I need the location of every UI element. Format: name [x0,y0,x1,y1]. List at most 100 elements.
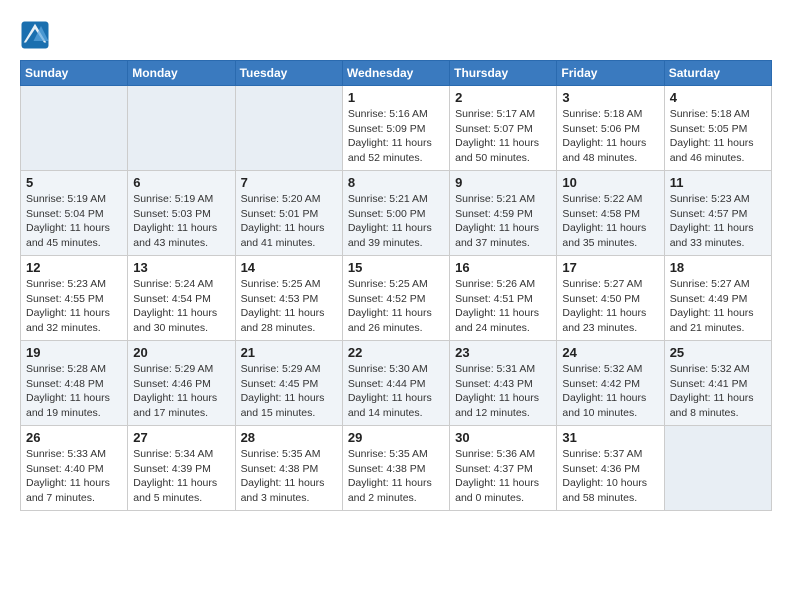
day-info: Sunrise: 5:20 AM Sunset: 5:01 PM Dayligh… [241,192,337,251]
day-number: 12 [26,260,122,275]
col-header-tuesday: Tuesday [235,61,342,86]
day-number: 1 [348,90,444,105]
calendar-cell [128,86,235,171]
calendar-cell: 9 Sunrise: 5:21 AM Sunset: 4:59 PM Daylig… [450,171,557,256]
calendar-cell: 21 Sunrise: 5:29 AM Sunset: 4:45 PM Dayli… [235,341,342,426]
calendar-cell: 27 Sunrise: 5:34 AM Sunset: 4:39 PM Dayli… [128,426,235,511]
day-info: Sunrise: 5:19 AM Sunset: 5:04 PM Dayligh… [26,192,122,251]
day-number: 4 [670,90,766,105]
day-info: Sunrise: 5:26 AM Sunset: 4:51 PM Dayligh… [455,277,551,336]
day-info: Sunrise: 5:25 AM Sunset: 4:53 PM Dayligh… [241,277,337,336]
calendar-cell: 5Sunrise: 5:19 AM Sunset: 5:04 PM Daylig… [21,171,128,256]
calendar-cell: 31 Sunrise: 5:37 AM Sunset: 4:36 PM Dayli… [557,426,664,511]
calendar-cell: 13 Sunrise: 5:24 AM Sunset: 4:54 PM Dayli… [128,256,235,341]
day-number: 30 [455,430,551,445]
day-number: 9 [455,175,551,190]
calendar-cell: 17 Sunrise: 5:27 AM Sunset: 4:50 PM Dayli… [557,256,664,341]
day-number: 19 [26,345,122,360]
calendar-cell: 10 Sunrise: 5:22 AM Sunset: 4:58 PM Dayli… [557,171,664,256]
day-info: Sunrise: 5:18 AM Sunset: 5:05 PM Dayligh… [670,107,766,166]
calendar-cell: 7 Sunrise: 5:20 AM Sunset: 5:01 PM Daylig… [235,171,342,256]
day-number: 2 [455,90,551,105]
day-number: 7 [241,175,337,190]
day-info: Sunrise: 5:25 AM Sunset: 4:52 PM Dayligh… [348,277,444,336]
calendar-week-row: 5Sunrise: 5:19 AM Sunset: 5:04 PM Daylig… [21,171,772,256]
col-header-sunday: Sunday [21,61,128,86]
calendar-cell: 30 Sunrise: 5:36 AM Sunset: 4:37 PM Dayli… [450,426,557,511]
day-number: 6 [133,175,229,190]
col-header-thursday: Thursday [450,61,557,86]
day-info: Sunrise: 5:21 AM Sunset: 4:59 PM Dayligh… [455,192,551,251]
day-info: Sunrise: 5:37 AM Sunset: 4:36 PM Dayligh… [562,447,658,506]
calendar-cell [21,86,128,171]
calendar-cell: 19 Sunrise: 5:28 AM Sunset: 4:48 PM Dayli… [21,341,128,426]
day-info: Sunrise: 5:23 AM Sunset: 4:55 PM Dayligh… [26,277,122,336]
logo [20,20,54,50]
day-number: 16 [455,260,551,275]
day-number: 15 [348,260,444,275]
day-number: 18 [670,260,766,275]
day-info: Sunrise: 5:34 AM Sunset: 4:39 PM Dayligh… [133,447,229,506]
day-info: Sunrise: 5:22 AM Sunset: 4:58 PM Dayligh… [562,192,658,251]
calendar-cell: 2 Sunrise: 5:17 AM Sunset: 5:07 PM Daylig… [450,86,557,171]
calendar-cell: 15 Sunrise: 5:25 AM Sunset: 4:52 PM Dayli… [342,256,449,341]
day-number: 17 [562,260,658,275]
day-number: 11 [670,175,766,190]
day-info: Sunrise: 5:16 AM Sunset: 5:09 PM Dayligh… [348,107,444,166]
calendar-week-row: 26 Sunrise: 5:33 AM Sunset: 4:40 PM Dayli… [21,426,772,511]
day-number: 31 [562,430,658,445]
calendar-week-row: 1 Sunrise: 5:16 AM Sunset: 5:09 PM Daylig… [21,86,772,171]
calendar-cell: 4 Sunrise: 5:18 AM Sunset: 5:05 PM Daylig… [664,86,771,171]
calendar-cell: 23Sunrise: 5:31 AM Sunset: 4:43 PM Dayli… [450,341,557,426]
day-info: Sunrise: 5:32 AM Sunset: 4:41 PM Dayligh… [670,362,766,421]
calendar-cell: 16 Sunrise: 5:26 AM Sunset: 4:51 PM Dayli… [450,256,557,341]
calendar-cell: 29 Sunrise: 5:35 AM Sunset: 4:38 PM Dayli… [342,426,449,511]
col-header-wednesday: Wednesday [342,61,449,86]
day-number: 20 [133,345,229,360]
day-number: 25 [670,345,766,360]
day-info: Sunrise: 5:29 AM Sunset: 4:46 PM Dayligh… [133,362,229,421]
calendar-cell [235,86,342,171]
day-info: Sunrise: 5:28 AM Sunset: 4:48 PM Dayligh… [26,362,122,421]
day-info: Sunrise: 5:27 AM Sunset: 4:50 PM Dayligh… [562,277,658,336]
logo-icon [20,20,50,50]
day-number: 29 [348,430,444,445]
day-info: Sunrise: 5:23 AM Sunset: 4:57 PM Dayligh… [670,192,766,251]
day-number: 13 [133,260,229,275]
calendar-cell: 12 Sunrise: 5:23 AM Sunset: 4:55 PM Dayli… [21,256,128,341]
day-number: 22 [348,345,444,360]
day-number: 3 [562,90,658,105]
day-info: Sunrise: 5:36 AM Sunset: 4:37 PM Dayligh… [455,447,551,506]
calendar-cell: 8 Sunrise: 5:21 AM Sunset: 5:00 PM Daylig… [342,171,449,256]
calendar-cell: 28Sunrise: 5:35 AM Sunset: 4:38 PM Dayli… [235,426,342,511]
calendar-cell: 24Sunrise: 5:32 AM Sunset: 4:42 PM Dayli… [557,341,664,426]
calendar-cell: 1 Sunrise: 5:16 AM Sunset: 5:09 PM Daylig… [342,86,449,171]
day-number: 28 [241,430,337,445]
calendar-header-row: SundayMondayTuesdayWednesdayThursdayFrid… [21,61,772,86]
calendar-cell: 14 Sunrise: 5:25 AM Sunset: 4:53 PM Dayli… [235,256,342,341]
col-header-monday: Monday [128,61,235,86]
day-info: Sunrise: 5:30 AM Sunset: 4:44 PM Dayligh… [348,362,444,421]
day-info: Sunrise: 5:17 AM Sunset: 5:07 PM Dayligh… [455,107,551,166]
day-info: Sunrise: 5:35 AM Sunset: 4:38 PM Dayligh… [348,447,444,506]
day-info: Sunrise: 5:24 AM Sunset: 4:54 PM Dayligh… [133,277,229,336]
calendar-cell: 18Sunrise: 5:27 AM Sunset: 4:49 PM Dayli… [664,256,771,341]
day-info: Sunrise: 5:29 AM Sunset: 4:45 PM Dayligh… [241,362,337,421]
day-number: 14 [241,260,337,275]
calendar-cell: 6 Sunrise: 5:19 AM Sunset: 5:03 PM Daylig… [128,171,235,256]
day-number: 23 [455,345,551,360]
day-number: 8 [348,175,444,190]
day-number: 21 [241,345,337,360]
day-number: 27 [133,430,229,445]
calendar-week-row: 12 Sunrise: 5:23 AM Sunset: 4:55 PM Dayli… [21,256,772,341]
day-number: 10 [562,175,658,190]
day-number: 24 [562,345,658,360]
day-info: Sunrise: 5:21 AM Sunset: 5:00 PM Dayligh… [348,192,444,251]
day-info: Sunrise: 5:33 AM Sunset: 4:40 PM Dayligh… [26,447,122,506]
day-info: Sunrise: 5:19 AM Sunset: 5:03 PM Dayligh… [133,192,229,251]
day-number: 26 [26,430,122,445]
calendar-cell: 20 Sunrise: 5:29 AM Sunset: 4:46 PM Dayli… [128,341,235,426]
calendar-cell: 3Sunrise: 5:18 AM Sunset: 5:06 PM Daylig… [557,86,664,171]
page-header [20,20,772,50]
calendar-cell: 26 Sunrise: 5:33 AM Sunset: 4:40 PM Dayli… [21,426,128,511]
